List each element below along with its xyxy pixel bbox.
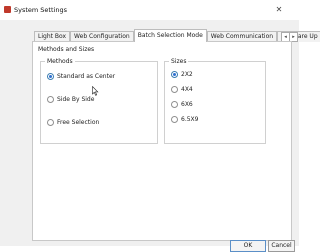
close-button[interactable]: ✕ [262,1,296,17]
radio-button[interactable] [171,71,178,78]
window-client: Light Box Web Configuration Batch Select… [0,20,320,246]
close-icon: ✕ [275,4,283,14]
radio-label: 6.5X9 [181,116,199,123]
radio-label: Standard as Center [57,73,116,80]
radio-button[interactable] [171,116,178,123]
radio-button[interactable] [171,86,178,93]
method-option-free-selection[interactable]: Free Selection [47,119,99,126]
radio-label: Side By Side [57,96,95,103]
method-option-standard-as-center[interactable]: Standard as Center [47,73,115,80]
radio-label: 4X4 [181,86,193,93]
method-option-side-by-side[interactable]: Side By Side [47,96,94,103]
tab-batch-selection-mode[interactable]: Batch Selection Mode [133,29,207,42]
methods-group-label: Methods [45,58,75,65]
radio-label: 6X6 [181,101,193,108]
radio-button[interactable] [171,101,178,108]
sizes-group: Sizes 2X2 4X4 6X6 6.5X9 [164,58,266,144]
mouse-cursor-icon [92,86,99,96]
app-logo-icon [4,6,11,13]
size-option-2x2[interactable]: 2X2 [171,71,193,78]
size-option-4x4[interactable]: 4X4 [171,86,193,93]
title-bar: System Settings ✕ [0,0,299,20]
radio-label: Free Selection [57,119,100,126]
radio-button[interactable] [47,73,54,80]
radio-button[interactable] [47,96,54,103]
window-title: System Settings [14,6,67,14]
radio-button[interactable] [47,119,54,126]
size-option-6-5x9[interactable]: 6.5X9 [171,116,198,123]
tab-panel-batch-selection-mode: Methods and Sizes Methods Standard as Ce… [32,41,292,241]
ok-button[interactable]: OK [230,240,266,252]
cancel-button[interactable]: Cancel [268,240,295,252]
sizes-group-label: Sizes [169,58,189,65]
section-title: Methods and Sizes [38,46,95,53]
radio-label: 2X2 [181,71,193,78]
methods-group: Methods Standard as Center Side By Side … [40,58,158,144]
tab-strip: Light Box Web Configuration Batch Select… [34,29,320,42]
size-option-6x6[interactable]: 6X6 [171,101,193,108]
